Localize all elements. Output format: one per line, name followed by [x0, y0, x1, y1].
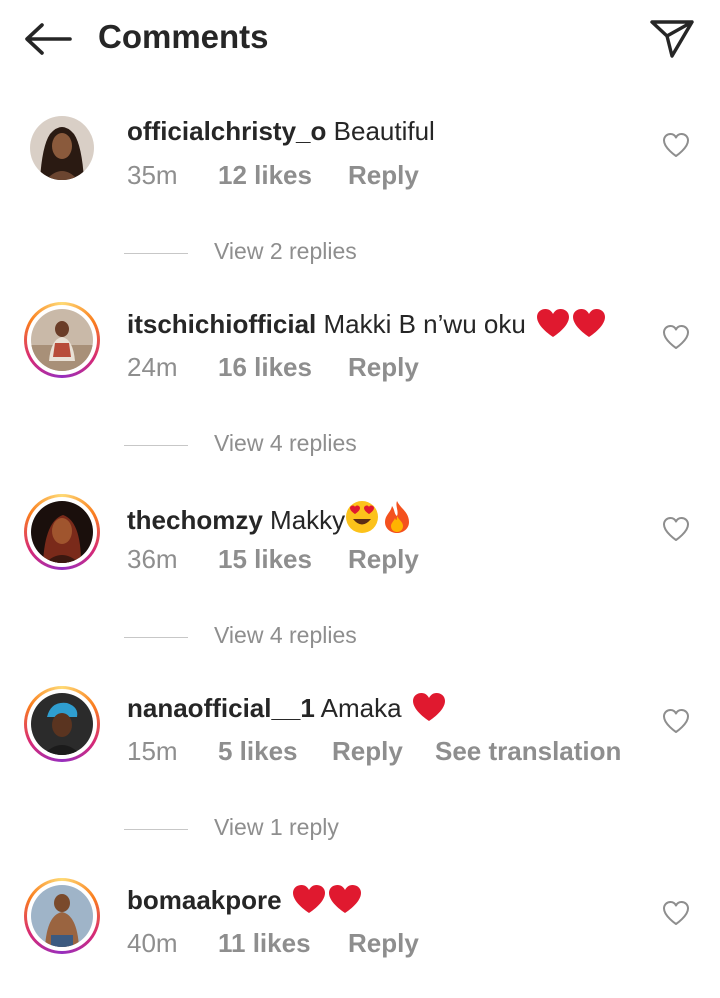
see-translation-button[interactable]: See translation	[435, 736, 621, 767]
heart-eyes-emoji-icon	[346, 501, 379, 533]
comment-body: Amaka	[320, 693, 402, 723]
avatar[interactable]	[24, 686, 100, 762]
comment-text: bomaakpore	[127, 884, 362, 916]
comment-time: 36m	[127, 544, 178, 574]
avatar[interactable]	[24, 494, 100, 570]
comment-username[interactable]: bomaakpore	[127, 885, 282, 915]
likes-count[interactable]: 11 likes	[218, 928, 311, 959]
fire-icon	[385, 501, 410, 533]
comment-item: nanaofficial__1 Amaka 15m 5 likes Reply …	[0, 686, 720, 806]
avatar[interactable]	[24, 302, 100, 378]
reply-button[interactable]: Reply	[348, 544, 419, 575]
reply-divider	[124, 637, 188, 638]
red-heart-icon	[537, 309, 570, 337]
comment-username[interactable]: itschichiofficial	[127, 309, 316, 339]
red-heart-icon	[328, 885, 361, 913]
comment-item: thechomzy Makky 36m 15 likes Reply	[0, 494, 720, 614]
view-replies-label: View 4 replies	[214, 622, 357, 648]
view-replies-button[interactable]: View 4 replies	[124, 622, 524, 652]
reply-divider	[124, 829, 188, 830]
paper-plane-icon[interactable]	[648, 16, 696, 60]
view-replies-label: View 1 reply	[214, 814, 339, 840]
heart-outline-icon[interactable]	[662, 900, 690, 926]
comment-item: bomaakpore 40m 11 likes Reply	[0, 878, 720, 998]
comment-text: thechomzy Makky	[127, 500, 412, 536]
likes-count[interactable]: 15 likes	[218, 544, 312, 575]
view-replies-label: View 4 replies	[214, 430, 357, 456]
comment-text: nanaofficial__1 Amaka	[127, 692, 446, 724]
comment-body: Beautiful	[333, 116, 435, 146]
comment-time: 35m	[127, 160, 178, 190]
comment-item: officialchristy_o Beautiful 35m 12 likes…	[0, 110, 720, 230]
header-bar: Comments	[0, 0, 720, 78]
reply-button[interactable]: Reply	[332, 736, 403, 767]
reply-divider	[124, 253, 188, 254]
avatar[interactable]	[24, 878, 100, 954]
likes-count[interactable]: 16 likes	[218, 352, 312, 383]
likes-count[interactable]: 12 likes	[218, 160, 312, 191]
likes-count[interactable]: 5 likes	[218, 736, 298, 767]
arrow-left-icon[interactable]	[22, 20, 74, 58]
comment-username[interactable]: nanaofficial__1	[127, 693, 315, 723]
comment-body: Makki B n’wu oku	[323, 309, 526, 339]
comment-time: 15m	[127, 736, 178, 766]
comment-item: itschichiofficial Makki B n’wu oku 24m 1…	[0, 302, 720, 422]
comment-time: 40m	[127, 928, 178, 958]
reply-button[interactable]: Reply	[348, 160, 419, 191]
comment-time: 24m	[127, 352, 178, 382]
red-heart-icon	[292, 885, 325, 913]
comment-body: Makky	[270, 505, 346, 535]
comment-text: itschichiofficial Makki B n’wu oku	[127, 308, 606, 340]
reply-button[interactable]: Reply	[348, 928, 419, 959]
heart-outline-icon[interactable]	[662, 708, 690, 734]
comment-username[interactable]: thechomzy	[127, 505, 263, 535]
heart-outline-icon[interactable]	[662, 324, 690, 350]
heart-outline-icon[interactable]	[662, 516, 690, 542]
red-heart-icon	[412, 693, 445, 721]
view-replies-button[interactable]: View 2 replies	[124, 238, 524, 268]
view-replies-button[interactable]: View 1 reply	[124, 814, 524, 844]
page-title: Comments	[98, 18, 269, 55]
reply-divider	[124, 445, 188, 446]
reply-button[interactable]: Reply	[348, 352, 419, 383]
heart-outline-icon[interactable]	[662, 132, 690, 158]
red-heart-icon	[573, 309, 606, 337]
view-replies-button[interactable]: View 4 replies	[124, 430, 524, 460]
comment-username[interactable]: officialchristy_o	[127, 116, 326, 146]
comment-text: officialchristy_o Beautiful	[127, 116, 435, 147]
view-replies-label: View 2 replies	[214, 238, 357, 264]
avatar[interactable]	[24, 110, 100, 186]
